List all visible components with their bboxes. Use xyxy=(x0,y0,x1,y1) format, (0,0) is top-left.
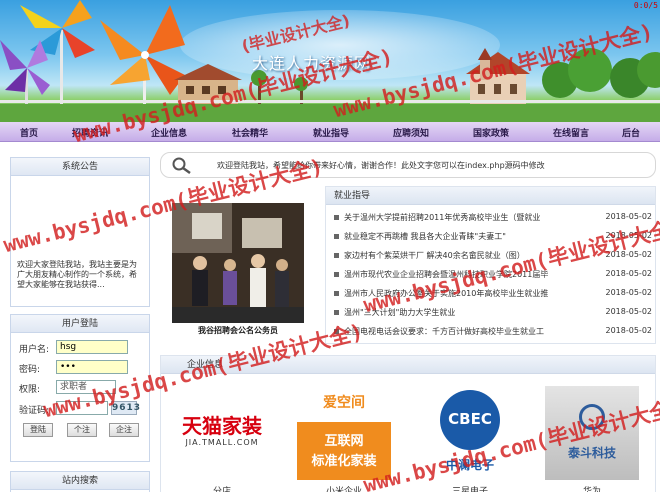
enterprise-logo-taidou[interactable]: 泰斗科技 xyxy=(545,386,639,480)
captcha-label: 验证码: xyxy=(19,406,50,416)
bullet-icon xyxy=(334,291,339,296)
main-nav: 首页 招聘资讯 企业信息 社会精华 就业指导 应聘须知 国家政策 在线留言 后台 xyxy=(0,122,660,142)
logo-subtext: 互联网 xyxy=(324,434,364,449)
fence xyxy=(0,100,660,103)
news-title[interactable]: 温州市人民政府办公室关于实施2010年高校毕业生就业推 xyxy=(344,288,569,299)
bullet-icon xyxy=(334,234,339,239)
news-date: 2018-05-02 xyxy=(605,231,653,240)
password-input[interactable]: ••• xyxy=(56,360,128,374)
news-row[interactable]: 温州市现代农业企业招聘会暨温州科技职业学院2011届毕 2018-05-02 xyxy=(334,268,652,283)
news-title[interactable]: 就业稳定不再跳槽 我县各大企业青睐"夫妻工" xyxy=(344,231,569,242)
notice-panel: 系统公告 欢迎大家登陆我站，我站主要是为广大朋友精心制作的一个系统，希望大家能够… xyxy=(10,157,150,307)
nav-item-notice[interactable]: 应聘须知 xyxy=(393,126,429,139)
nav-item-home[interactable]: 首页 xyxy=(20,126,38,139)
news-date: 2018-05-02 xyxy=(605,326,653,335)
logo-text: 天猫家装 xyxy=(182,414,262,438)
magnifier-icon xyxy=(172,157,191,175)
news-row[interactable]: 温州"三大计划"助力大学生就业 2018-05-02 xyxy=(334,306,652,321)
welcome-message: 欢迎登陆我站，希望能给你带来好心情，谢谢合作！此处文字您可以在index.php… xyxy=(217,161,545,170)
bullet-icon xyxy=(334,329,339,334)
nav-item-policy[interactable]: 国家政策 xyxy=(473,126,509,139)
news-title[interactable]: 全国电视电话会议要求：千方百计做好高校毕业生就业工 xyxy=(344,326,569,337)
enterprise-name[interactable]: 分店 xyxy=(175,484,269,492)
login-button[interactable]: 登陆 xyxy=(23,423,53,437)
enterprise-logo-cbec[interactable]: CBEC 中澜电子 xyxy=(423,386,517,480)
ground xyxy=(0,104,660,122)
role-label: 权限: xyxy=(19,385,41,395)
site-title: 大连人力资源网 xyxy=(252,54,372,73)
company-register-button[interactable]: 企注 xyxy=(109,423,139,437)
enterprise-name[interactable]: 小米企业 xyxy=(297,484,391,492)
news-row[interactable]: 全国电视电话会议要求：千方百计做好高校毕业生就业工 2018-05-02 xyxy=(334,325,652,340)
news-title[interactable]: 温州"三大计划"助力大学生就业 xyxy=(344,307,569,318)
guidance-title: 就业指导 xyxy=(326,187,655,205)
username-label: 用户名: xyxy=(19,345,50,355)
logo-text: 泰斗科技 xyxy=(567,446,616,460)
nav-item-enterprise[interactable]: 企业信息 xyxy=(151,126,187,139)
personal-register-button[interactable]: 个注 xyxy=(67,423,97,437)
enterprise-title: 企业信息 xyxy=(161,356,655,374)
notice-title: 系统公告 xyxy=(11,158,149,176)
nav-item-recruit-news[interactable]: 招聘资讯 xyxy=(72,126,108,139)
visit-counter: 0:0/5 xyxy=(633,1,658,10)
news-date: 2018-05-02 xyxy=(605,212,653,221)
nav-item-society[interactable]: 社会精华 xyxy=(232,126,268,139)
logo-subtext: JIA.TMALL.COM xyxy=(185,438,259,447)
guidance-panel: 就业指导 关于温州大学提前招聘2011年优秀高校毕业生（暨就业 2018-05-0… xyxy=(325,186,656,344)
photo-news-scene xyxy=(172,203,304,323)
username-input[interactable]: hsg xyxy=(56,340,128,354)
search-title: 站内搜索 xyxy=(11,472,149,490)
nav-item-message[interactable]: 在线留言 xyxy=(553,126,589,139)
login-title: 用户登陆 xyxy=(11,315,149,333)
logo-subtext-2: 标准化家装 xyxy=(311,454,377,469)
news-row[interactable]: 关于温州大学提前招聘2011年优秀高校毕业生（暨就业 2018-05-02 xyxy=(334,211,652,226)
news-title[interactable]: 关于温州大学提前招聘2011年优秀高校毕业生（暨就业 xyxy=(344,212,569,223)
enterprise-panel: 企业信息 天猫家装 JIA.TMALL.COM 分店 爱空间 互联网 标准化家装… xyxy=(160,355,656,492)
photo-news-image[interactable] xyxy=(172,203,304,323)
enterprise-name[interactable]: 三星电子 xyxy=(423,484,517,492)
welcome-bar: 欢迎登陆我站，希望能给你带来好心情，谢谢合作！此处文字您可以在index.php… xyxy=(160,152,656,178)
nav-item-guidance[interactable]: 就业指导 xyxy=(313,126,349,139)
house-left-icon xyxy=(174,64,242,104)
pinwheel-icon xyxy=(0,0,95,122)
news-row[interactable]: 就业稳定不再跳槽 我县各大企业青睐"夫妻工" 2018-05-02 xyxy=(334,230,652,245)
logo-subtext: 中澜电子 xyxy=(445,458,494,472)
news-title[interactable]: 温州市现代农业企业招聘会暨温州科技职业学院2011届毕 xyxy=(344,269,569,280)
notice-body: 欢迎大家登陆我站，我站主要是为广大朋友精心制作的一个系统，希望大家能够在我站获得… xyxy=(17,260,137,289)
password-label: 密码: xyxy=(19,365,41,375)
nav-item-admin[interactable]: 后台 xyxy=(622,126,640,139)
news-date: 2018-05-02 xyxy=(605,269,653,278)
photo-news-caption[interactable]: 我谷招聘会公名公务员 xyxy=(172,325,304,336)
login-panel: 用户登陆 用户名: hsg 密码: ••• 权限: 求职者 验证码: 9613 … xyxy=(10,314,150,462)
news-date: 2018-05-02 xyxy=(605,288,653,297)
captcha-input[interactable] xyxy=(56,401,108,415)
captcha-image[interactable]: 9613 xyxy=(111,401,140,415)
enterprise-logo-tmall[interactable]: 天猫家装 JIA.TMALL.COM xyxy=(175,386,269,480)
news-date: 2018-05-02 xyxy=(605,250,653,259)
bullet-icon xyxy=(334,253,339,258)
enterprise-name[interactable]: 华为 xyxy=(545,484,639,492)
news-row[interactable]: 温州市人民政府办公室关于实施2010年高校毕业生就业推 2018-05-02 xyxy=(334,287,652,302)
bullet-icon xyxy=(334,310,339,315)
bullet-icon xyxy=(334,215,339,220)
logo-text: 爱空间 xyxy=(323,395,365,411)
news-title[interactable]: 家边村有个紫菜烘干厂 解决40余名畲民就业（图） xyxy=(344,250,569,261)
bullet-icon xyxy=(334,272,339,277)
logo-text: CBEC xyxy=(448,410,492,428)
news-date: 2018-05-02 xyxy=(605,307,653,316)
house-right-icon xyxy=(466,48,530,106)
news-row[interactable]: 家边村有个紫菜烘干厂 解决40余名畲民就业（图） 2018-05-02 xyxy=(334,249,652,264)
header-banner: 大连人力资源网 0:0/5 xyxy=(0,0,660,122)
role-select[interactable]: 求职者 xyxy=(56,380,116,394)
enterprise-logo-aikongjian[interactable]: 爱空间 互联网 标准化家装 xyxy=(297,386,391,480)
search-panel: 站内搜索 xyxy=(10,471,150,492)
